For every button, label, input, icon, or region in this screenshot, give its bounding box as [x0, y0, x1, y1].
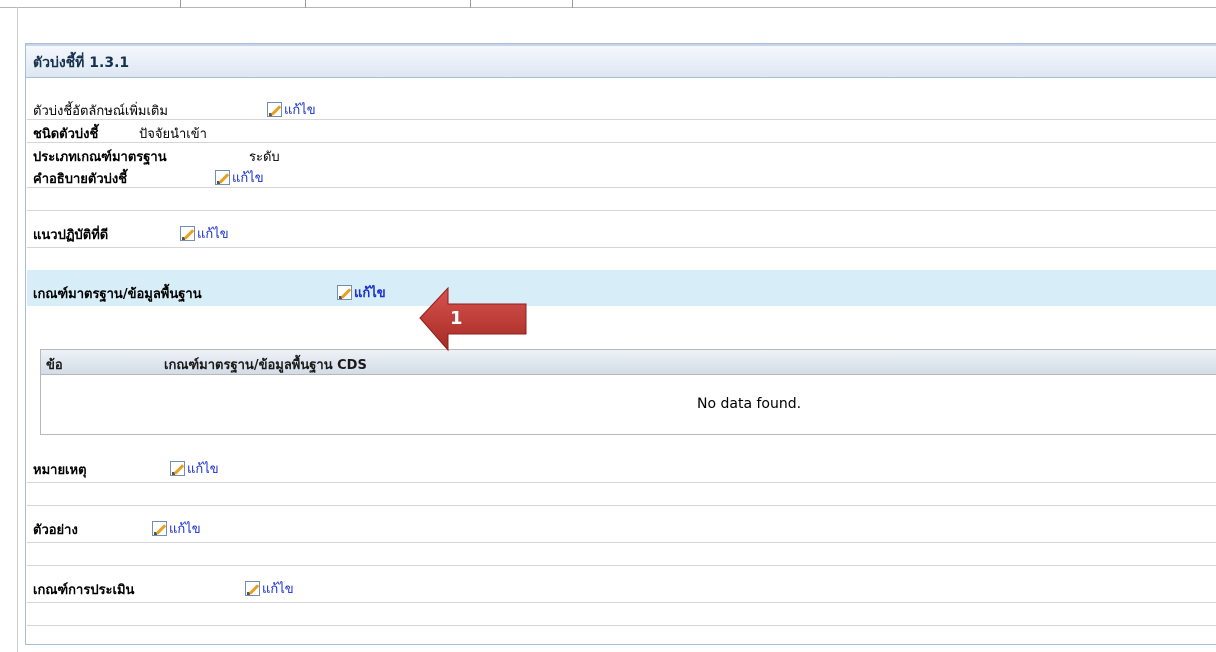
pencil-icon — [152, 521, 167, 536]
row-description: คำอธิบายตัวบ่งชี้ แก้ไข — [27, 165, 1216, 188]
edit-label: แก้ไข — [262, 582, 294, 597]
row-best-practice: แนวปฏิบัติที่ดี แก้ไข — [27, 211, 1216, 248]
container-border — [17, 7, 18, 652]
example-content — [27, 543, 1216, 566]
example-label: ตัวอย่าง — [33, 523, 78, 538]
edit-label: แก้ไข — [169, 522, 201, 537]
extra-identity-edit-link[interactable]: แก้ไข — [267, 99, 316, 120]
row-standard-base: เกณฑ์มาตรฐาน/ข้อมูลพื้นฐาน แก้ไข — [27, 270, 1216, 306]
standard-base-label: เกณฑ์มาตรฐาน/ข้อมูลพื้นฐาน — [33, 287, 202, 302]
row-example: ตัวอย่าง แก้ไข — [27, 506, 1216, 543]
tab-divider — [305, 0, 306, 8]
extra-identity-label: ตัวบ่งชี้อัตลักษณ์เพิ่มเติม — [33, 104, 168, 119]
standard-base-edit-link[interactable]: แก้ไข — [337, 282, 386, 303]
top-tab-strip — [0, 0, 1216, 10]
row-note: หมายเหตุ แก้ไข — [27, 446, 1216, 483]
description-label: คำอธิบายตัวบ่งชี้ — [33, 172, 128, 187]
pencil-icon — [215, 170, 230, 185]
panel-header: ตัวบ่งชี้ที่ 1.3.1 — [26, 44, 1216, 78]
best-practice-label: แนวปฏิบัติที่ดี — [33, 228, 109, 243]
edit-label: แก้ไข — [232, 171, 264, 186]
row-criteria-type: ประเภทเกณฑ์มาตรฐาน ระดับ — [27, 143, 1216, 165]
panel-title: ตัวบ่งชี้ที่ 1.3.1 — [33, 55, 130, 71]
indicator-type-label: ชนิดตัวบ่งชี้ — [33, 127, 99, 142]
edit-label: แก้ไข — [284, 103, 316, 118]
criteria-type-value: ระดับ — [249, 150, 280, 165]
pencil-icon — [170, 461, 185, 476]
callout-arrow — [419, 286, 527, 352]
tab-divider — [180, 0, 181, 8]
row-extra-identity: ตัวบ่งชี้อัตลักษณ์เพิ่มเติม แก้ไข — [27, 97, 1216, 120]
note-label: หมายเหตุ — [33, 463, 87, 478]
best-practice-content — [27, 248, 1216, 271]
row-indicator-type: ชนิดตัวบ่งชี้ ปัจจัยนำเข้า — [27, 120, 1216, 143]
pencil-icon — [267, 102, 282, 117]
tab-divider — [572, 0, 573, 8]
pencil-icon — [245, 581, 260, 596]
standard-base-table: ข้อ เกณฑ์มาตรฐาน/ข้อมูลพื้นฐาน CDS No da… — [40, 349, 1216, 435]
column-header-no: ข้อ — [46, 358, 63, 373]
criteria-type-label: ประเภทเกณฑ์มาตรฐาน — [33, 150, 167, 165]
edit-label: แก้ไข — [197, 227, 229, 242]
tab-strip-line — [0, 7, 1216, 8]
empty-message: No data found. — [697, 396, 802, 412]
tab-divider — [470, 0, 471, 8]
note-content — [27, 483, 1216, 506]
indicator-panel: ตัวบ่งชี้ที่ 1.3.1 ตัวบ่งชี้อัตลักษณ์เพิ… — [25, 43, 1216, 645]
evaluation-edit-link[interactable]: แก้ไข — [245, 578, 294, 599]
column-header-standard: เกณฑ์มาตรฐาน/ข้อมูลพื้นฐาน CDS — [164, 358, 367, 373]
row-evaluation: เกณฑ์การประเมิน แก้ไข — [27, 566, 1216, 603]
indicator-type-value: ปัจจัยนำเข้า — [139, 127, 207, 142]
example-edit-link[interactable]: แก้ไข — [152, 518, 201, 539]
pencil-icon — [337, 285, 352, 300]
description-edit-link[interactable]: แก้ไข — [215, 167, 264, 188]
evaluation-label: เกณฑ์การประเมิน — [33, 583, 135, 598]
evaluation-content — [27, 603, 1216, 626]
best-practice-edit-link[interactable]: แก้ไข — [180, 223, 229, 244]
description-content — [27, 188, 1216, 211]
note-edit-link[interactable]: แก้ไข — [170, 458, 219, 479]
table-header: ข้อ เกณฑ์มาตรฐาน/ข้อมูลพื้นฐาน CDS — [41, 350, 1216, 375]
edit-label: แก้ไข — [354, 286, 386, 301]
edit-label: แก้ไข — [187, 462, 219, 477]
pencil-icon — [180, 226, 195, 241]
